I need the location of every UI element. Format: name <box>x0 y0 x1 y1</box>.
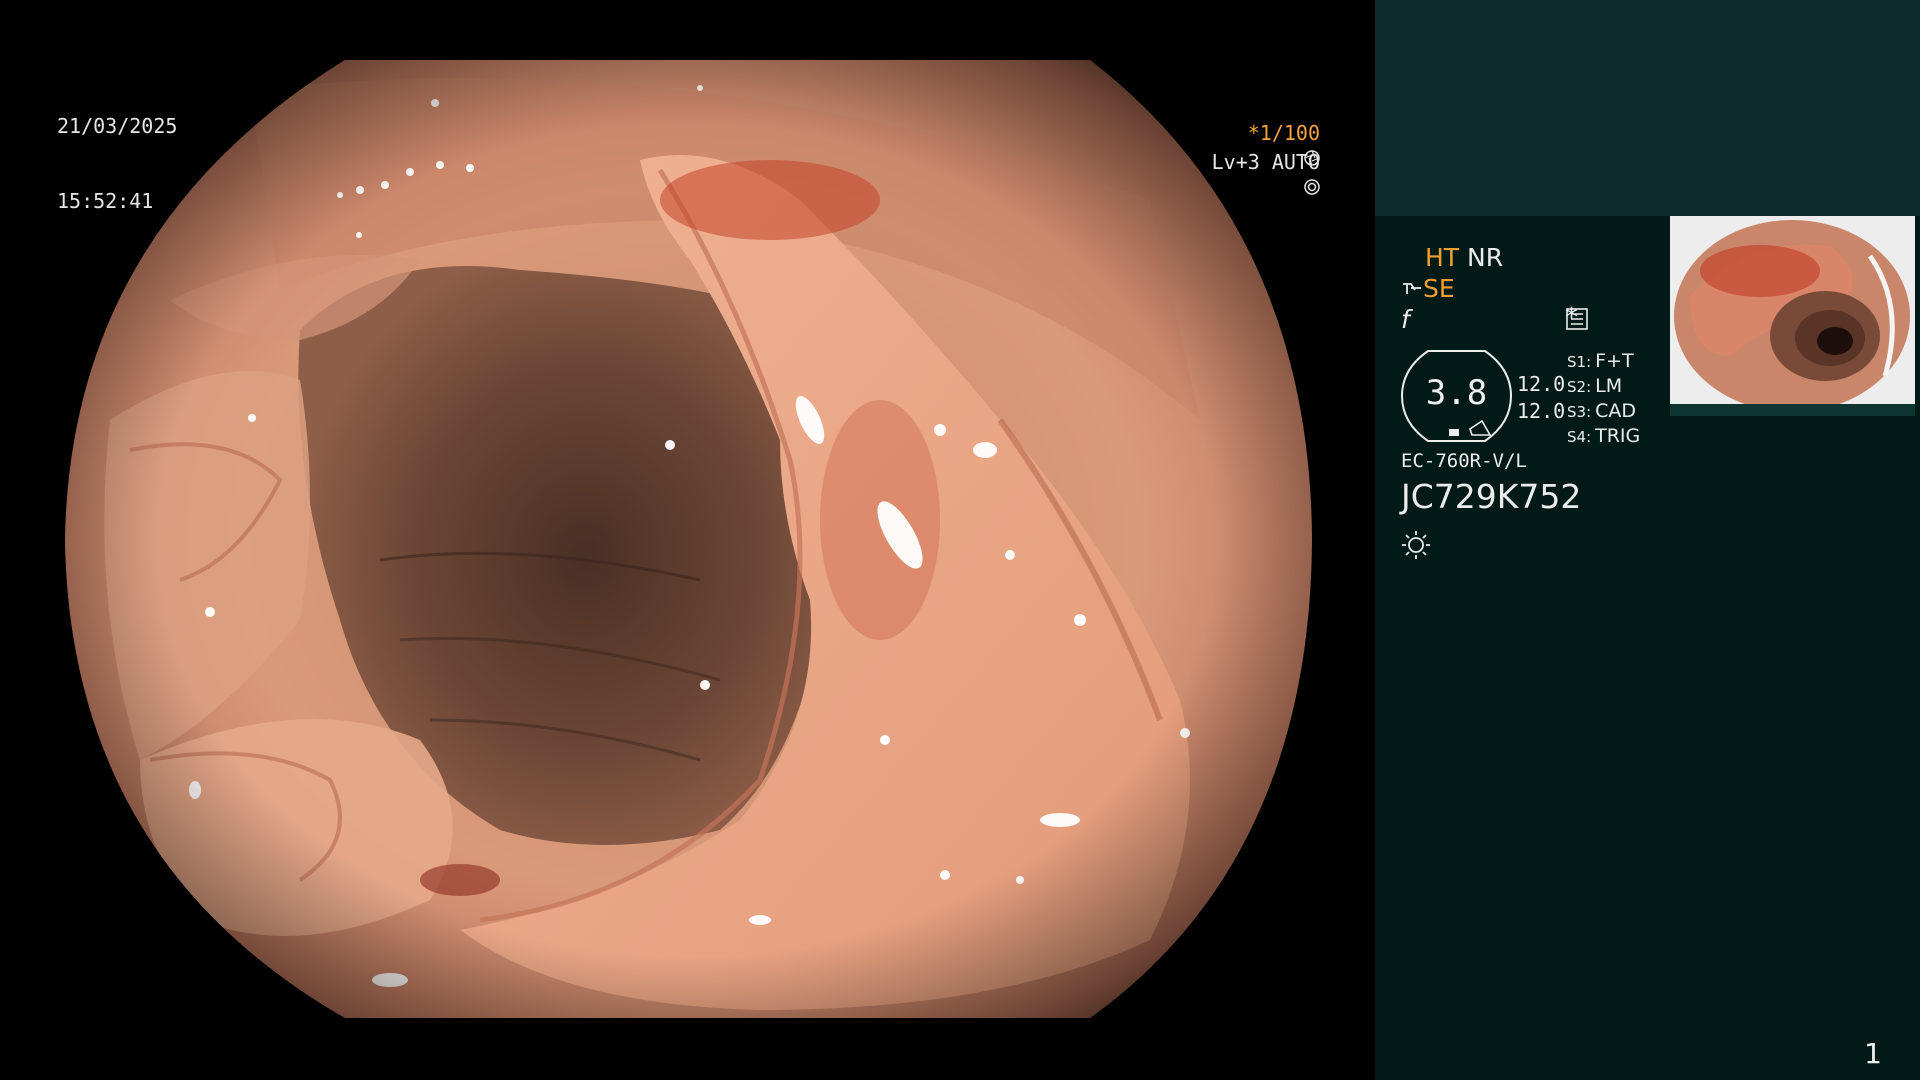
switch-value: TRIG <box>1595 425 1641 447</box>
brightness-level: Lv+3 AUTO <box>1139 126 1320 222</box>
iris-icon <box>1304 179 1320 195</box>
se-indicator: SE <box>1401 274 1455 303</box>
capture-thumbnail[interactable] <box>1670 216 1915 416</box>
switch-row-s3: S3: CAD <box>1567 400 1636 422</box>
switch-key: S4: <box>1567 428 1592 446</box>
switch-value: CAD <box>1595 400 1637 422</box>
panel-header-band <box>1375 0 1920 216</box>
timestamp: 21/03/2025 15:52:41 <box>57 64 177 264</box>
scope-model: EC-760R-V/L <box>1401 450 1527 472</box>
switch-row-s4: S4: TRIG <box>1567 425 1640 447</box>
setting-value-2: 12.0 <box>1517 399 1566 423</box>
se-label: SE <box>1423 274 1455 303</box>
switch-key: S2: <box>1567 378 1592 396</box>
scope-diameter-value: 3.8 <box>1425 373 1488 413</box>
ht-nr-indicator: HT NR <box>1425 243 1503 272</box>
nr-label: NR <box>1467 243 1504 272</box>
thumbnail-status-bar <box>1670 404 1915 416</box>
info-panel: HT NR SE f * 3.8 12.0 12.0 S1: F+T S2: L… <box>1375 0 1920 1080</box>
scope-serial: JC729K752 <box>1401 477 1582 516</box>
switch-row-s1: S1: F+T <box>1567 350 1634 372</box>
asterisk-marker: * <box>1565 303 1578 333</box>
ht-label: HT <box>1425 243 1460 272</box>
endoscope-view: 21/03/2025 15:52:41 *1/100 Lv+3 AUTO <box>0 0 1375 1080</box>
lens-icon <box>1403 283 1421 294</box>
setting-value-1: 12.0 <box>1517 372 1566 396</box>
date-text: 21/03/2025 <box>57 114 178 138</box>
time-text: 15:52:41 <box>57 189 154 213</box>
switch-key: S1: <box>1567 353 1592 371</box>
page-number: 1 <box>1864 1037 1882 1070</box>
switch-key: S3: <box>1567 403 1592 421</box>
switch-value: LM <box>1595 375 1623 397</box>
level-text: Lv+3 AUTO <box>1211 150 1320 174</box>
thumbnail-image <box>1670 216 1915 416</box>
switch-row-s2: S2: LM <box>1567 375 1622 397</box>
endoscope-screen: 21/03/2025 15:52:41 *1/100 Lv+3 AUTO HT … <box>0 0 1920 1080</box>
light-icon <box>1402 531 1430 559</box>
f-indicator: f <box>1401 305 1410 334</box>
f-symbol: f <box>1401 305 1410 334</box>
switch-value: F+T <box>1595 350 1634 372</box>
